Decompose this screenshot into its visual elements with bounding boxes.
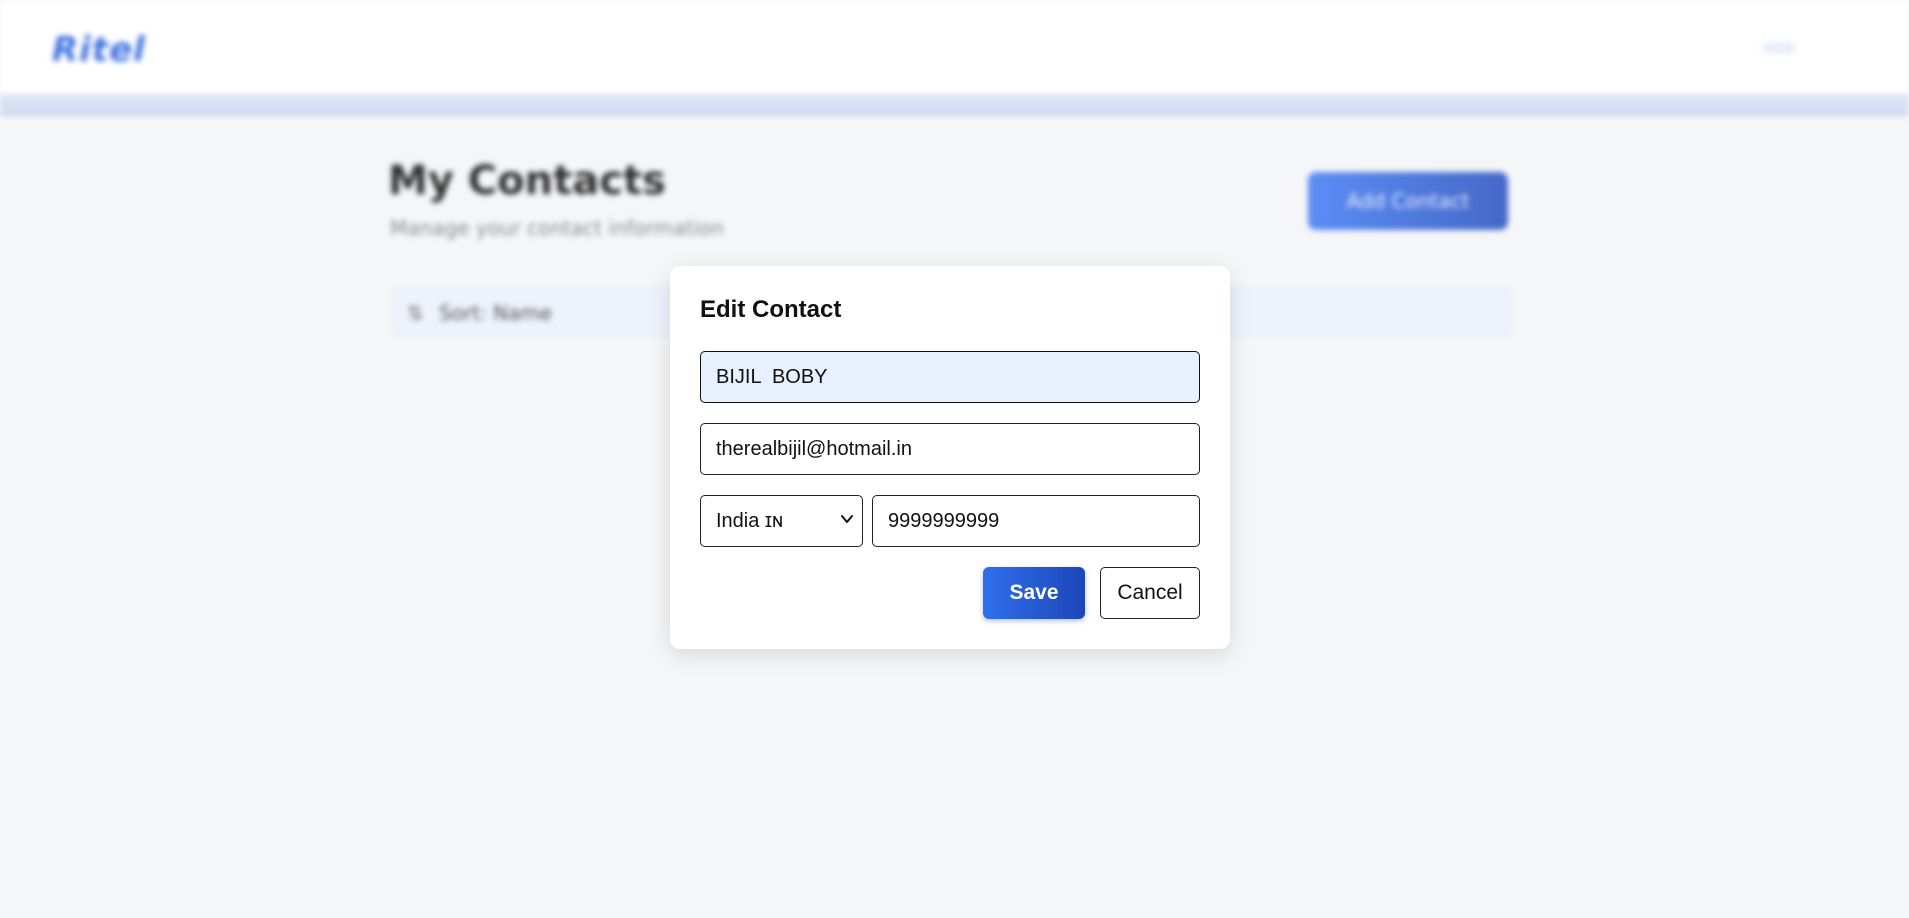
email-field[interactable]	[700, 423, 1200, 475]
navbar-divider	[0, 94, 1909, 116]
app-logo[interactable]: Ritel	[52, 30, 146, 70]
page-subtitle: Manage your contact information	[390, 216, 724, 240]
chevron-down-icon	[841, 515, 853, 523]
phone-field[interactable]	[872, 495, 1200, 547]
cancel-button[interactable]: Cancel	[1100, 567, 1200, 619]
add-contact-button[interactable]: Add Contact	[1308, 172, 1508, 230]
modal-title: Edit Contact	[700, 296, 842, 323]
navbar-menu-item[interactable]	[1762, 42, 1796, 54]
country-select-value: India ɪɴ	[716, 510, 784, 532]
country-select[interactable]: India ɪɴ	[700, 495, 863, 547]
page-title: My Contacts	[388, 158, 666, 204]
search-icon: ⇅	[407, 301, 424, 325]
save-button[interactable]: Save	[983, 567, 1085, 619]
edit-contact-modal: Edit Contact India ɪɴ Save Cancel	[670, 266, 1230, 649]
top-navbar: Ritel	[0, 0, 1909, 96]
sort-bar-label: Sort: Name	[439, 301, 553, 325]
name-field[interactable]	[700, 351, 1200, 403]
